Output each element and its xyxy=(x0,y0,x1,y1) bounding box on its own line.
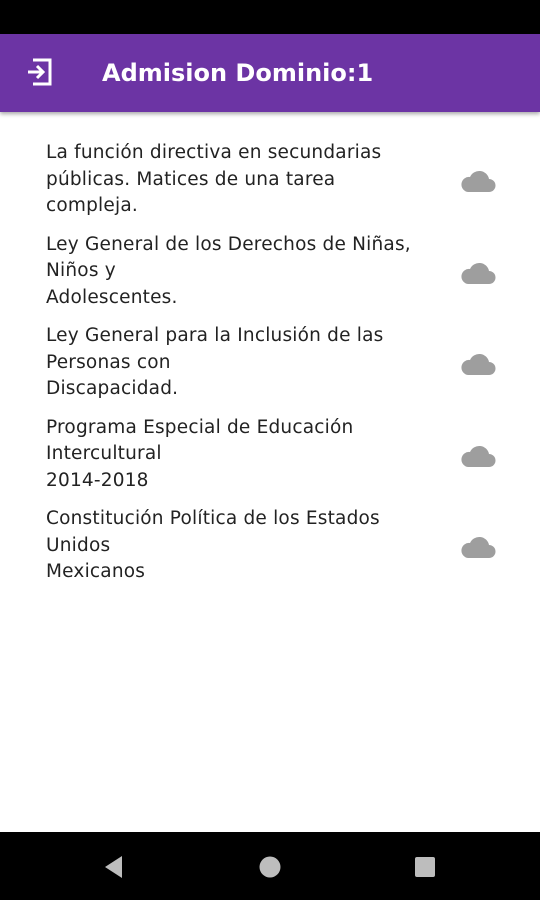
cloud-icon[interactable] xyxy=(460,534,496,560)
home-icon[interactable] xyxy=(255,852,285,882)
app-bar: Admision Dominio:1 xyxy=(0,34,540,112)
cloud-icon[interactable] xyxy=(460,351,496,377)
document-title: Ley General de los Derechos de Niñas, Ni… xyxy=(46,233,411,308)
list-item[interactable]: Constitución Política de los Estados Uni… xyxy=(0,506,540,598)
list-item[interactable]: Ley General de los Derechos de Niñas, Ni… xyxy=(0,232,540,324)
document-list: La función directiva en secundarias públ… xyxy=(0,140,540,598)
list-item[interactable]: Ley General para la Inclusión de las Per… xyxy=(0,323,540,415)
document-title: Constitución Política de los Estados Uni… xyxy=(46,508,380,582)
document-title: La función directiva en secundarias públ… xyxy=(46,142,382,216)
recents-icon[interactable] xyxy=(410,852,440,882)
cloud-icon[interactable] xyxy=(460,168,496,194)
back-icon[interactable] xyxy=(100,852,130,882)
cloud-icon[interactable] xyxy=(460,443,496,469)
list-item[interactable]: Programa Especial de Educación Intercult… xyxy=(0,415,540,507)
login-icon[interactable] xyxy=(24,54,56,90)
page-title: Admision Dominio:1 xyxy=(102,59,374,87)
status-bar xyxy=(0,0,540,34)
list-item[interactable]: La función directiva en secundarias públ… xyxy=(0,140,540,232)
cloud-icon[interactable] xyxy=(460,260,496,286)
document-title: Programa Especial de Educación Intercult… xyxy=(46,416,354,491)
document-title: Ley General para la Inclusión de las Per… xyxy=(46,325,384,399)
navigation-bar xyxy=(0,832,540,900)
